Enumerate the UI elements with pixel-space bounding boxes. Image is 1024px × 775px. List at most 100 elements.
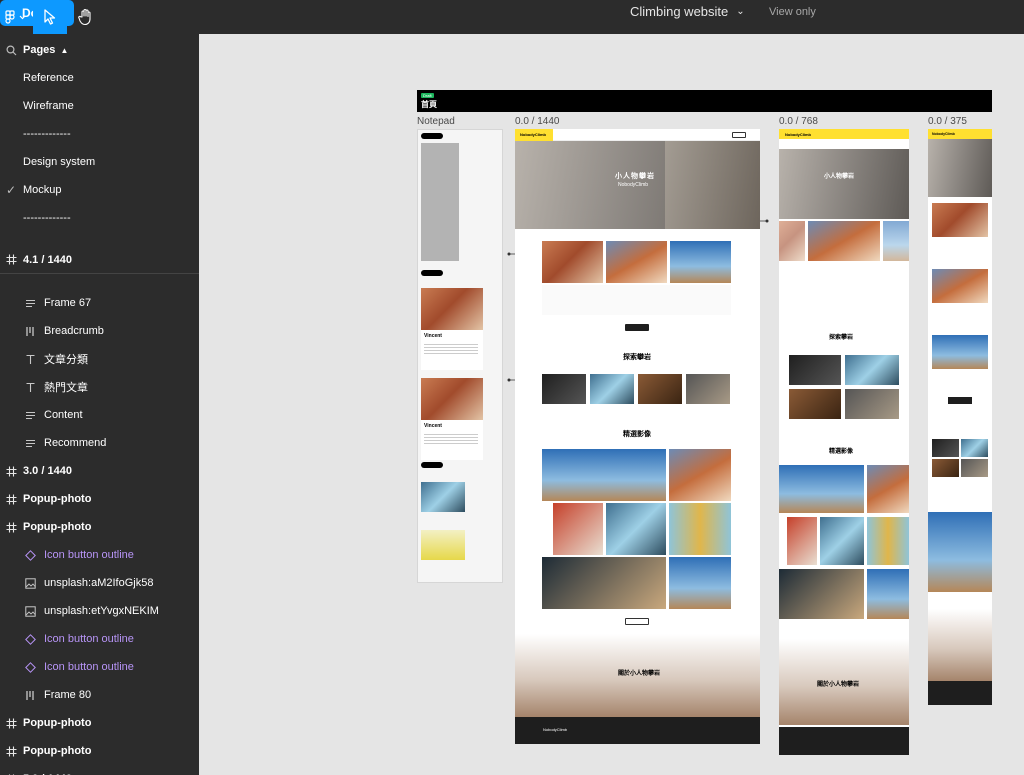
site-navbar: NobodyClimb [928,129,992,139]
site-gallery-photo [867,569,909,619]
layer-item[interactable]: Icon button outline [0,653,199,681]
file-title-dropdown[interactable]: Climbing website ⌄ [630,4,745,19]
site-explore-tile [961,459,988,477]
columns-icon [23,324,37,338]
page-item-label: Mockup [23,184,62,196]
frame-hash-icon [4,492,18,506]
layer-item[interactable]: Frame 80 [0,681,199,709]
site-explore-tile [590,374,634,404]
layer-item[interactable]: Icon button outline [0,625,199,653]
site-gallery-photo [542,557,666,609]
site-hero-cliff [665,141,760,229]
component-instance-icon [23,632,37,646]
page-item[interactable]: Reference [0,64,199,92]
site-gallery-photo [928,512,992,592]
layer-item[interactable]: 文章分類 [0,345,199,373]
desktop-frame[interactable]: NobodyClimb 小人物攀岩 NobodyClimb 探索攀岩 精選影像 [515,129,760,744]
site-explore-tile [932,439,959,457]
site-card-photo [606,241,667,283]
site-more-button [948,397,972,404]
layer-item[interactable]: unsplash:aM2IfoGjk58 [0,569,199,597]
layer-item-label: 3.0 / 1440 [23,465,72,477]
layer-item-label: Frame 80 [44,689,92,701]
site-explore-tile [789,389,841,419]
site-card-photo [542,241,603,283]
left-panel: Pages ▲ Reference Wireframe ------------- D… [0,34,199,775]
list-icon [23,436,37,450]
tablet-frame[interactable]: NobodyClimb 小人物攀岩 探索攀岩 精選影像 關於小人物攀岩 [779,129,909,755]
hand-tool-button[interactable] [69,0,103,34]
search-icon[interactable] [4,43,18,57]
page-item-label: Reference [23,72,74,84]
layer-item[interactable]: Popup-photo [0,709,199,737]
page-item[interactable]: Wireframe [0,92,199,120]
layer-item-label: 文章分類 [44,354,88,366]
component-instance-icon [23,548,37,562]
page-item[interactable]: ✓ Mockup [0,176,199,204]
site-footer: NobodyClimb [515,717,760,744]
site-gallery-photo [669,449,731,501]
layer-item[interactable]: Breadcrumb [0,317,199,345]
columns-icon [23,688,37,702]
layer-item[interactable]: Frame 67 [0,289,199,317]
site-footer [779,727,909,755]
frame-hash-icon [4,744,18,758]
figma-logo-icon [5,10,26,24]
layer-item[interactable]: Popup-photo [0,485,199,513]
layer-item[interactable]: 熱門文章 [0,373,199,401]
layer-item[interactable]: 5.0 / 1440 [0,765,199,775]
site-footer [928,681,992,705]
image-icon [23,576,37,590]
site-hero-subtitle: NobodyClimb [618,182,649,188]
layer-item-label: Breadcrumb [44,325,104,337]
layer-item-label: Content [44,409,83,421]
layer-item[interactable]: unsplash:etYvgxNEKIM [0,597,199,625]
site-gallery-photo [779,465,864,513]
pages-header[interactable]: Pages ▲ [0,36,199,64]
canvas[interactable]: Draft 首頁 Notepad 0.0 / 1440 0.0 / 768 0.… [199,34,1024,775]
move-tool-button[interactable] [33,0,67,34]
site-card-photo [883,221,909,261]
layer-item[interactable]: Recommend [0,429,199,457]
site-card-photo [932,269,988,303]
site-explore-tile [789,355,841,385]
cursor-arrow-icon [44,9,56,25]
layer-item-label: Icon button outline [44,633,134,645]
checkmark-icon: ✓ [5,183,17,197]
site-brand: NobodyClimb [932,132,955,136]
site-card-photo [808,221,880,261]
site-gallery-photo [867,517,909,565]
site-brand: NobodyClimb [785,132,811,137]
layer-item-label: Icon button outline [44,661,134,673]
layer-item[interactable]: 3.0 / 1440 [0,457,199,485]
page-item-label: Wireframe [23,100,74,112]
layer-item[interactable]: 4.1 / 1440 [0,246,199,274]
page-item[interactable]: ------------- [0,120,199,148]
site-gallery-title: 精選影像 [829,449,854,455]
mobile-frame[interactable]: NobodyClimb [928,129,992,705]
site-about: 關於小人物攀岩 [779,639,909,725]
layer-item-label: Icon button outline [44,549,134,561]
layer-item[interactable]: Popup-photo [0,737,199,765]
site-explore-tile [845,389,899,419]
site-gallery-photo [669,557,731,609]
site-card-photo [932,335,988,369]
site-explore-title: 探索攀岩 [623,354,651,361]
pages-title: Pages ▲ [23,44,69,56]
layer-item-label: Popup-photo [23,745,92,757]
site-gallery-photo [606,503,666,555]
layer-item-label: 熱門文章 [44,382,88,394]
frame-hash-icon [4,253,18,267]
page-item[interactable]: Design system [0,148,199,176]
layer-item-label: 4.1 / 1440 [23,253,72,266]
site-footer-brand: NobodyClimb [543,727,568,732]
main-menu-button[interactable] [0,0,32,34]
site-navbar: NobodyClimb [515,129,760,141]
page-item[interactable]: ------------- [0,204,199,232]
site-hero: 小人物攀岩 [779,149,909,219]
site-gallery-photo [669,503,731,555]
layer-item[interactable]: Content [0,401,199,429]
layer-item[interactable]: Icon button outline [0,541,199,569]
site-hero-title: 小人物攀岩 [824,174,855,180]
layer-item[interactable]: Popup-photo [0,513,199,541]
